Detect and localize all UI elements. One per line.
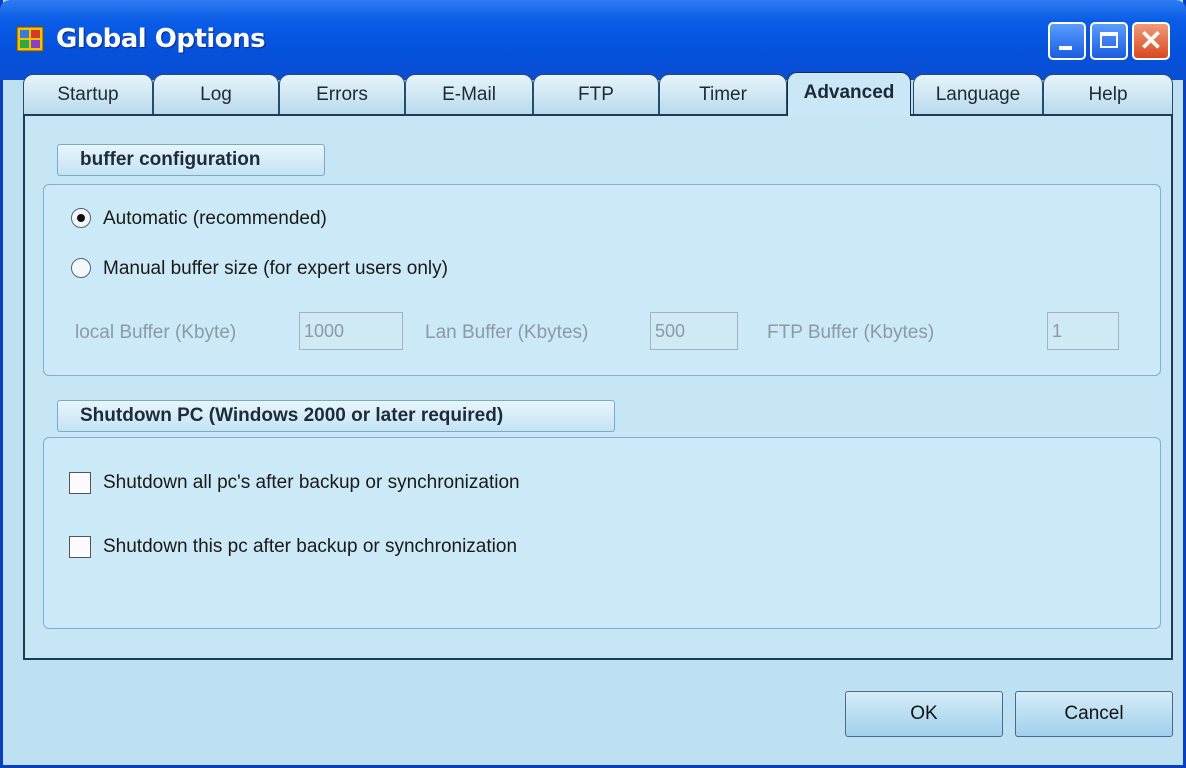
shutdown-all-checkbox[interactable] [69,472,91,494]
local-buffer-label: local Buffer (Kbyte) [75,322,237,343]
buffer-section-title: buffer configuration [57,144,325,176]
ok-button[interactable]: OK [845,691,1003,737]
shutdown-all-label[interactable]: Shutdown all pc's after backup or synchr… [103,472,520,494]
radio-dot-icon [77,214,85,222]
tab-log[interactable]: Log [153,74,279,114]
close-icon: ✕ [1139,25,1163,56]
minimize-button[interactable] [1048,22,1086,60]
tab-strip: Startup Log Errors E-Mail FTP Timer Adva… [23,72,1173,116]
ftp-buffer-input[interactable] [1047,312,1119,350]
automatic-label[interactable]: Automatic (recommended) [103,208,327,230]
lan-buffer-input[interactable] [650,312,738,350]
maximize-icon [1100,32,1118,48]
title-bar[interactable]: Global Options ✕ [0,0,1186,80]
shutdown-section-title: Shutdown PC (Windows 2000 or later requi… [57,400,615,432]
lan-buffer-label: Lan Buffer (Kbytes) [425,322,589,343]
manual-label[interactable]: Manual buffer size (for expert users onl… [103,258,448,280]
automatic-radio[interactable] [71,208,91,228]
global-options-window: Global Options ✕ Startup Log Errors E-Ma… [0,0,1186,768]
tab-language[interactable]: Language [913,74,1043,114]
window-title: Global Options [56,24,266,54]
maximize-button[interactable] [1090,22,1128,60]
close-button[interactable]: ✕ [1132,22,1170,60]
tab-startup[interactable]: Startup [23,74,153,114]
tab-advanced[interactable]: Advanced [787,72,911,116]
tab-errors[interactable]: Errors [279,74,405,114]
tab-email[interactable]: E-Mail [405,74,533,114]
tab-timer[interactable]: Timer [659,74,787,114]
ftp-buffer-label: FTP Buffer (Kbytes) [767,322,935,343]
manual-radio[interactable] [71,258,91,278]
cancel-button[interactable]: Cancel [1015,691,1173,737]
local-buffer-input[interactable] [299,312,403,350]
shutdown-this-checkbox[interactable] [69,536,91,558]
app-icon [16,26,44,52]
minimize-icon [1059,46,1072,50]
shutdown-this-label[interactable]: Shutdown this pc after backup or synchro… [103,536,517,558]
shutdown-group [43,437,1161,629]
tab-ftp[interactable]: FTP [533,74,659,114]
tab-help[interactable]: Help [1043,74,1173,114]
